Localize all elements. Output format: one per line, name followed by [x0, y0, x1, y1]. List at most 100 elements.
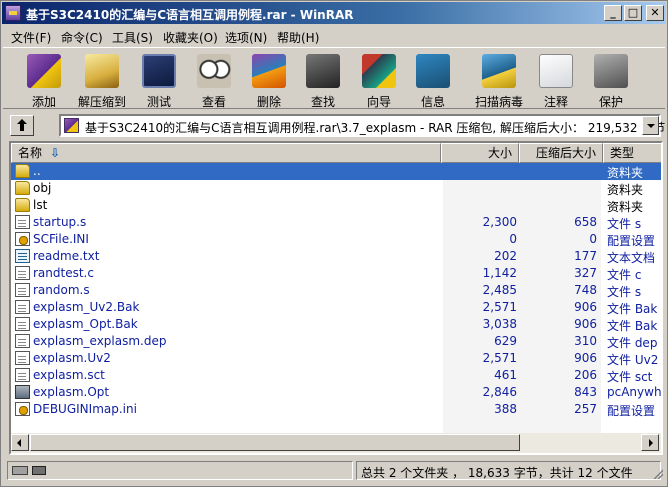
file-type: 配置设置	[607, 234, 656, 248]
file-name: obj	[33, 181, 52, 195]
menu-file[interactable]: 文件(F)	[11, 29, 51, 46]
file-size: 2,485	[482, 283, 517, 297]
protect-button[interactable]: 保护	[585, 52, 637, 109]
file-row[interactable]: randtest.c 1,142 327 文件 c	[11, 265, 661, 282]
file-type: 资料夹	[607, 166, 644, 180]
file-list[interactable]: 名称 ⇩ 大小 压缩后大小 类型 .. 资料夹 obj 资料夹 lst 资料夹 startup…	[9, 141, 663, 455]
file-row[interactable]: SCFile.INI 0 0 配置设置	[11, 231, 661, 248]
address-path: 基于S3C2410的汇编与C语言相互调用例程.rar\3.7_explasm -…	[85, 121, 666, 135]
document-icon	[15, 300, 30, 314]
file-row[interactable]: explasm_Uv2.Bak 2,571 906 文件 Bak	[11, 299, 661, 316]
delete-button[interactable]: 删除	[243, 52, 295, 109]
drive-icon[interactable]	[12, 466, 28, 475]
info-button[interactable]: 信息	[407, 52, 459, 109]
file-type: 文件 Uv2	[607, 353, 659, 367]
file-packed-size: 843	[574, 385, 597, 399]
wizard-button[interactable]: 向导	[353, 52, 405, 109]
column-header-name[interactable]: 名称 ⇩	[11, 143, 441, 163]
file-row[interactable]: lst 资料夹	[11, 197, 661, 214]
resize-grip[interactable]	[653, 469, 663, 479]
file-name: explasm.Uv2	[33, 351, 111, 365]
file-row[interactable]: explasm_explasm.dep 629 310 文件 dep	[11, 333, 661, 350]
test-button[interactable]: 测试	[133, 52, 185, 109]
file-row[interactable]: explasm_Opt.Bak 3,038 906 文件 Bak	[11, 316, 661, 333]
file-size: 2,571	[482, 300, 517, 314]
close-button[interactable]: ✕	[646, 5, 664, 21]
address-combobox[interactable]: 基于S3C2410的汇编与C语言相互调用例程.rar\3.7_explasm -…	[59, 114, 665, 137]
scroll-thumb[interactable]	[30, 434, 520, 451]
horizontal-scrollbar[interactable]	[11, 433, 661, 453]
maximize-button[interactable]: □	[624, 5, 642, 21]
menu-commands[interactable]: 命令(C)	[61, 29, 103, 46]
column-header-size[interactable]: 大小	[441, 143, 519, 163]
menu-favorites[interactable]: 收藏夹(O)	[163, 29, 218, 46]
file-packed-size: 906	[574, 317, 597, 331]
menu-tools[interactable]: 工具(S)	[112, 29, 153, 46]
file-type: 文件 s	[607, 285, 642, 299]
toolbar: 添加 解压缩到 测试 查看 删除 查找 向导 信息 扫描病毒 注释 保护	[3, 47, 665, 109]
list-header: 名称 ⇩ 大小 压缩后大小 类型	[11, 143, 661, 163]
address-dropdown-button[interactable]	[642, 116, 659, 135]
column-header-type[interactable]: 类型	[603, 143, 661, 163]
title-bar[interactable]: 基于S3C2410的汇编与C语言相互调用例程.rar - WinRAR _ □ …	[2, 2, 666, 24]
file-row[interactable]: readme.txt 202 177 文本文档	[11, 248, 661, 265]
find-icon	[306, 54, 340, 88]
column-header-packed[interactable]: 压缩后大小	[519, 143, 603, 163]
add-archive-icon	[27, 54, 61, 88]
pc-anywhere-icon	[15, 385, 30, 399]
extract-to-icon	[85, 54, 119, 88]
comment-icon	[539, 54, 573, 88]
file-type: 资料夹	[607, 200, 644, 214]
view-icon	[197, 54, 231, 88]
document-icon	[15, 334, 30, 348]
up-arrow-icon	[17, 119, 27, 131]
winrar-app-icon[interactable]	[5, 5, 21, 21]
file-packed-size: 748	[574, 283, 597, 297]
scan-virus-icon	[482, 54, 516, 88]
file-size: 0	[509, 232, 517, 246]
status-left-pane	[7, 461, 353, 480]
scroll-left-button[interactable]	[11, 434, 29, 451]
test-icon	[142, 54, 176, 88]
menu-help[interactable]: 帮助(H)	[277, 29, 319, 46]
add-button[interactable]: 添加	[18, 52, 70, 109]
file-row[interactable]: explasm.Uv2 2,571 906 文件 Uv2	[11, 350, 661, 367]
file-row[interactable]: explasm.Opt 2,846 843 pcAnywher	[11, 384, 661, 401]
file-row[interactable]: DEBUGINImap.ini 388 257 配置设置	[11, 401, 661, 418]
document-icon	[15, 266, 30, 280]
comment-button[interactable]: 注释	[530, 52, 582, 109]
find-button[interactable]: 查找	[297, 52, 349, 109]
file-row[interactable]: explasm.sct 461 206 文件 sct	[11, 367, 661, 384]
column-name-label: 名称	[18, 146, 43, 160]
extract-to-button[interactable]: 解压缩到	[76, 52, 128, 109]
file-packed-size: 327	[574, 266, 597, 280]
file-row[interactable]: .. 资料夹	[11, 163, 661, 180]
document-icon	[15, 317, 30, 331]
file-name: SCFile.INI	[33, 232, 89, 246]
file-size: 461	[494, 368, 517, 382]
file-type: 文件 sct	[607, 370, 653, 384]
file-size: 2,571	[482, 351, 517, 365]
menu-bar: 文件(F) 命令(C) 工具(S) 收藏夹(O) 选项(N) 帮助(H)	[3, 26, 665, 46]
file-row[interactable]: startup.s 2,300 658 文件 s	[11, 214, 661, 231]
scroll-right-button[interactable]	[641, 434, 659, 451]
key-icon[interactable]	[32, 466, 46, 475]
file-size: 202	[494, 249, 517, 263]
document-icon	[15, 368, 30, 382]
file-packed-size: 206	[574, 368, 597, 382]
up-folder-button[interactable]	[10, 115, 34, 136]
file-name: explasm_Uv2.Bak	[33, 300, 140, 314]
file-name: startup.s	[33, 215, 87, 229]
view-button[interactable]: 查看	[188, 52, 240, 109]
file-row[interactable]: obj 资料夹	[11, 180, 661, 197]
menu-options[interactable]: 选项(N)	[225, 29, 267, 46]
status-summary: 总共 2 个文件夹 ， 18,633 字节，共计 12 个文件	[356, 461, 661, 480]
minimize-button[interactable]: _	[604, 5, 622, 21]
file-packed-size: 310	[574, 334, 597, 348]
scan-virus-button[interactable]: 扫描病毒	[473, 52, 525, 109]
file-type: 文件 Bak	[607, 302, 658, 316]
file-packed-size: 177	[574, 249, 597, 263]
file-type: 配置设置	[607, 404, 656, 418]
file-name: readme.txt	[33, 249, 100, 263]
file-row[interactable]: random.s 2,485 748 文件 s	[11, 282, 661, 299]
